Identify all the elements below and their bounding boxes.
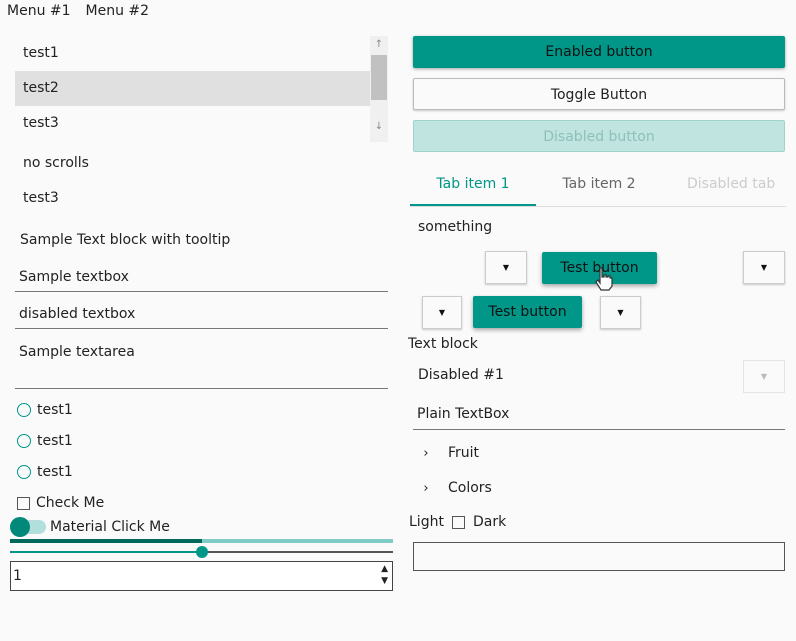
tab-item-2[interactable]: Tab item 2 xyxy=(536,166,662,206)
tab-item-1[interactable]: Tab item 1 xyxy=(410,166,536,206)
disabled-combo-dropdown: ▼ xyxy=(743,360,785,393)
tooltip-text-block: Sample Text block with tooltip xyxy=(20,232,231,248)
tab-strip: Tab item 1 Tab item 2 Disabled tab xyxy=(410,166,786,207)
list-item[interactable]: no scrolls xyxy=(15,146,388,181)
enabled-button[interactable]: Enabled button xyxy=(413,36,785,68)
caret-down-icon: ▼ xyxy=(502,263,510,272)
dropdown-button[interactable]: ▼ xyxy=(485,251,527,284)
toggle-track[interactable] xyxy=(10,517,46,537)
scroll-down-icon[interactable]: ↓ xyxy=(370,118,388,136)
scroll-up-icon[interactable]: ↑ xyxy=(370,36,388,54)
list-item[interactable]: test3 xyxy=(15,106,370,141)
radio-label: test1 xyxy=(37,433,73,449)
radio-label: test1 xyxy=(37,402,73,418)
checkbox-label: Check Me xyxy=(36,495,105,511)
slider-thumb[interactable] xyxy=(195,546,208,558)
material-toggle[interactable]: Material Click Me xyxy=(10,517,170,537)
plain-listbox: no scrolls test3 xyxy=(15,146,388,216)
list-item-selected[interactable]: test2 xyxy=(15,71,370,106)
dropdown-button[interactable]: ▼ xyxy=(743,251,785,284)
theme-checkbox[interactable] xyxy=(451,515,465,529)
theme-switch: Light Dark xyxy=(409,514,506,530)
toggle-label: Material Click Me xyxy=(50,519,170,535)
dropdown-button[interactable]: ▼ xyxy=(422,296,462,329)
toggle-button[interactable]: Toggle Button xyxy=(413,78,785,110)
slider[interactable] xyxy=(10,546,393,558)
list-item[interactable]: test3 xyxy=(15,181,388,216)
radio-circle-icon xyxy=(17,465,31,479)
check-me-checkbox[interactable]: Check Me xyxy=(17,495,104,511)
sample-textbox[interactable]: Sample textbox xyxy=(15,269,388,292)
numeric-updown[interactable]: 1 ▲ ▼ xyxy=(10,561,393,591)
scroll-thumb[interactable] xyxy=(371,55,387,100)
scroll-listbox[interactable]: test1 test2 test3 ↑ ↓ xyxy=(15,36,388,142)
plain-textbox[interactable]: Plain TextBox xyxy=(413,406,785,430)
radio-circle-icon xyxy=(17,403,31,417)
dark-label: Dark xyxy=(472,514,507,530)
dropdown-button[interactable]: ▼ xyxy=(600,296,641,329)
disabled-button: Disabled button xyxy=(413,120,785,152)
progress-fill xyxy=(10,539,202,543)
spin-down-icon[interactable]: ▼ xyxy=(381,576,388,586)
radio-option-1[interactable]: test1 xyxy=(17,402,73,418)
chevron-right-icon[interactable]: › xyxy=(420,481,432,496)
test-button[interactable]: Test button xyxy=(473,296,582,328)
toggle-knob xyxy=(10,517,30,537)
radio-option-2[interactable]: test1 xyxy=(17,433,73,449)
slider-fill xyxy=(10,551,202,553)
menu-item-1[interactable]: Menu #1 xyxy=(7,2,71,20)
tab-disabled: Disabled tab xyxy=(687,176,776,192)
spin-up-icon[interactable]: ▲ xyxy=(381,564,388,574)
radio-circle-icon xyxy=(17,434,31,448)
tab-content-text: something xyxy=(418,219,493,235)
caret-down-icon: ▼ xyxy=(617,308,624,317)
disabled-textbox: disabled textbox xyxy=(15,306,388,329)
numeric-value[interactable]: 1 xyxy=(13,568,22,584)
vertical-scrollbar[interactable]: ↑ ↓ xyxy=(370,36,388,142)
caret-down-icon: ▼ xyxy=(438,308,446,317)
text-block: Text block xyxy=(408,336,478,352)
chevron-right-icon[interactable]: › xyxy=(420,446,432,461)
sample-textarea[interactable]: Sample textarea xyxy=(15,344,388,389)
progress-bar xyxy=(10,539,393,543)
list-item[interactable]: test1 xyxy=(15,36,370,71)
caret-down-icon: ▼ xyxy=(760,263,768,272)
light-label: Light xyxy=(409,514,444,530)
radio-option-3[interactable]: test1 xyxy=(17,464,73,480)
tree-item-label: Fruit xyxy=(448,445,480,461)
tree-item-colors[interactable]: › Colors xyxy=(420,480,492,496)
empty-textbox[interactable] xyxy=(413,542,785,571)
menu-item-2[interactable]: Menu #2 xyxy=(86,2,150,20)
checkbox-square-icon xyxy=(17,496,30,510)
hand-cursor-icon xyxy=(595,267,613,291)
caret-down-icon: ▼ xyxy=(760,372,768,381)
tree-item-fruit[interactable]: › Fruit xyxy=(420,445,479,461)
menu-bar: Menu #1 Menu #2 xyxy=(7,2,149,20)
radio-label: test1 xyxy=(37,464,73,480)
disabled-combo-value: Disabled #1 xyxy=(418,367,504,383)
tree-item-label: Colors xyxy=(448,480,492,496)
